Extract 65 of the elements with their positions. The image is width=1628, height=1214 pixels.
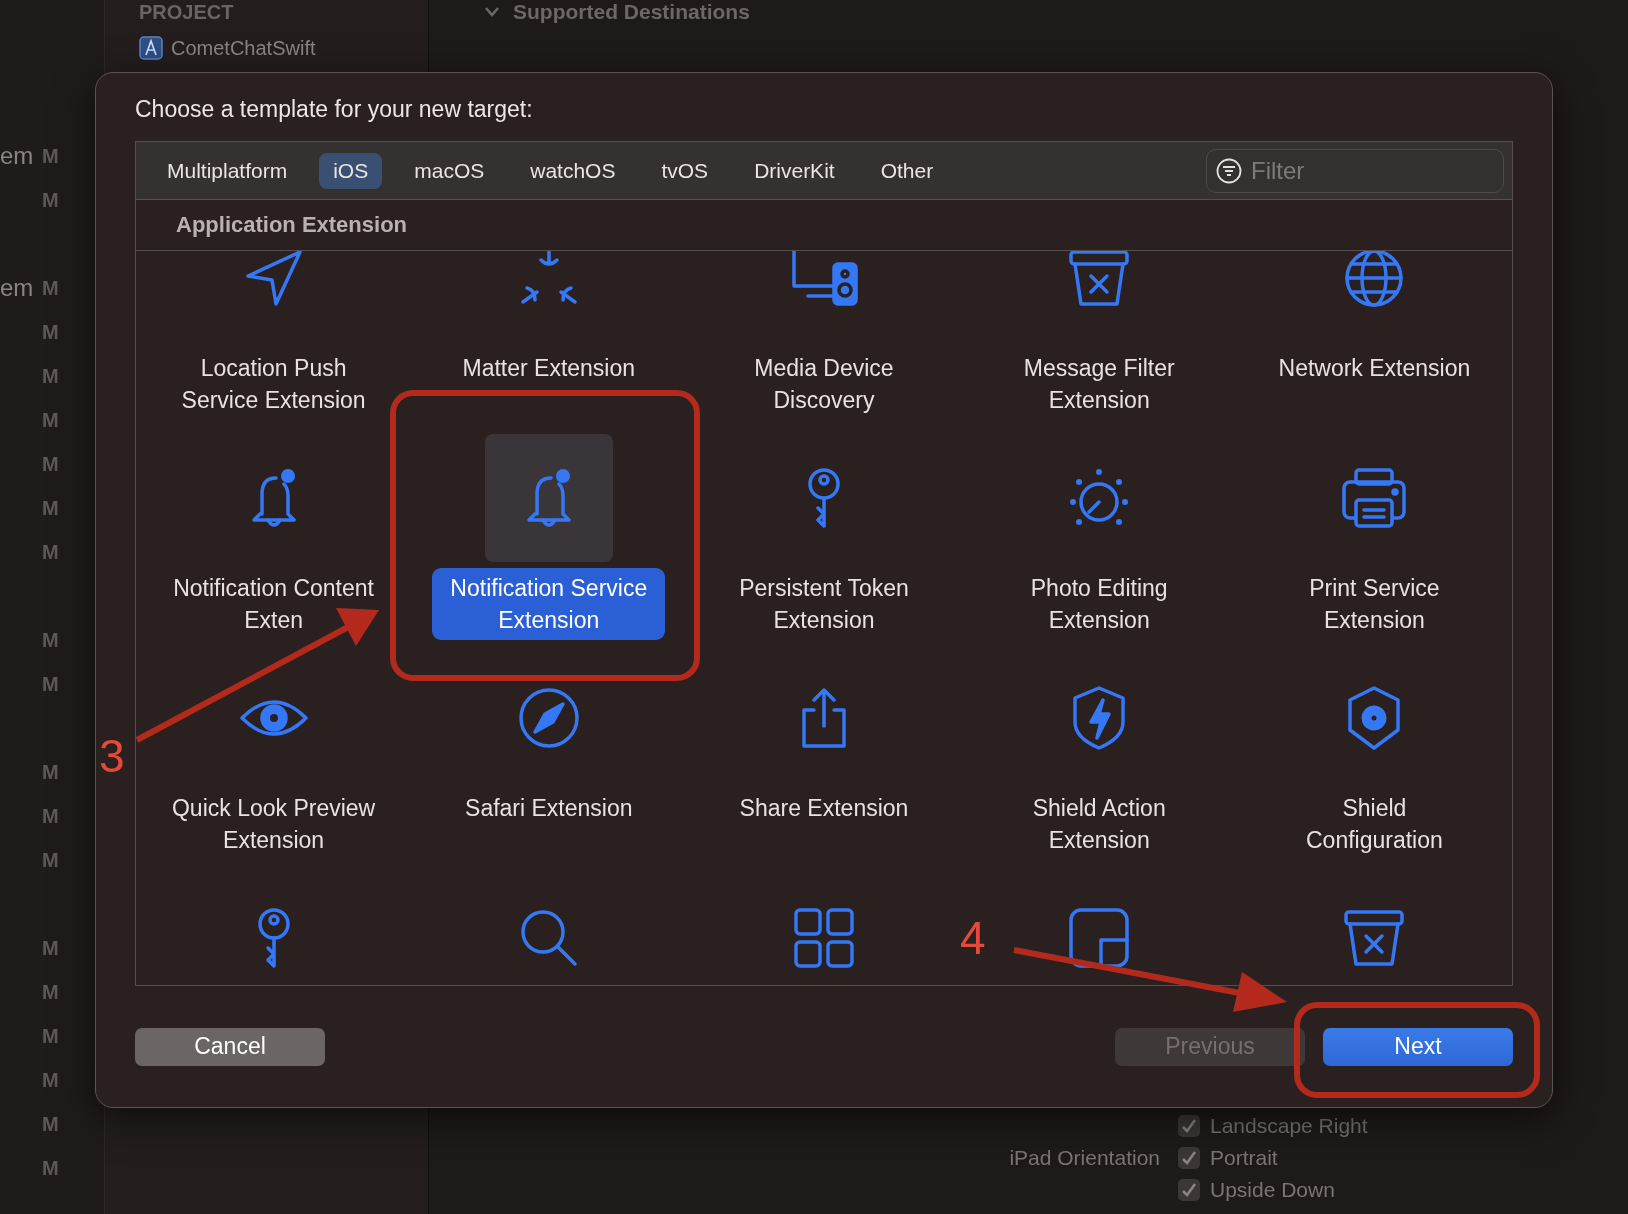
modified-marker: M <box>42 1156 59 1180</box>
modified-marker: M <box>42 1112 59 1136</box>
step-number: 4 <box>960 915 986 961</box>
sidebar-item[interactable]: CometChatSwift <box>171 36 316 60</box>
modified-marker: M <box>42 496 59 520</box>
template-label[interactable]: Notification Content Exten <box>157 568 391 640</box>
modified-marker: M <box>42 672 59 696</box>
modified-marker: M <box>42 408 59 432</box>
filter-icon <box>1216 157 1242 184</box>
checkbox[interactable] <box>1178 1147 1200 1169</box>
template-label[interactable]: Matter Extension <box>448 348 650 388</box>
modified-marker: M <box>42 760 59 784</box>
checkbox-label: Landscape Right <box>1210 1114 1368 1138</box>
modified-marker: M <box>42 804 59 828</box>
section-header: Application Extension <box>176 212 408 238</box>
modified-marker: M <box>42 364 59 388</box>
modified-marker: M <box>42 848 59 872</box>
template-label[interactable]: Print Service Extension <box>1257 568 1491 640</box>
checkbox[interactable] <box>1178 1115 1200 1137</box>
modified-marker: M <box>42 144 59 168</box>
template-label[interactable]: Shield Action Extension <box>982 788 1216 860</box>
sidebar-header: PROJECT <box>139 0 235 24</box>
template-label[interactable]: Shield Configuration <box>1257 788 1491 860</box>
checkbox-label: Portrait <box>1210 1146 1278 1170</box>
template-label[interactable]: Safari Extension <box>451 788 647 828</box>
modified-marker: M <box>42 980 59 1004</box>
template-label[interactable]: Location Push Service Extension <box>157 348 391 420</box>
platform-tab[interactable]: tvOS <box>647 152 723 189</box>
template-label[interactable]: Photo Editing Extension <box>982 568 1216 640</box>
modified-marker: M <box>42 628 59 652</box>
project-icon <box>139 36 163 60</box>
modified-marker: M <box>42 936 59 960</box>
platform-tab[interactable]: watchOS <box>516 152 630 189</box>
modified-marker: M <box>42 1068 59 1092</box>
filter-field[interactable]: Filter <box>1206 148 1504 193</box>
chevron-icon[interactable] <box>485 7 499 17</box>
template-label[interactable]: Persistent Token Extension <box>707 568 941 640</box>
modified-marker: M <box>42 188 59 212</box>
template-label[interactable]: Media Device Discovery <box>707 348 941 420</box>
template-label[interactable]: Notification Service Extension <box>432 568 666 640</box>
template-label[interactable]: Network Extension <box>1264 348 1485 388</box>
modified-marker: M <box>42 540 59 564</box>
setting-label: iPad Orientation <box>1009 1146 1160 1170</box>
modified-marker: M <box>42 320 59 344</box>
template-label[interactable]: Message Filter Extension <box>982 348 1216 420</box>
dialog-title: Choose a template for your new target: <box>135 95 534 124</box>
template-label[interactable]: Share Extension <box>725 788 923 828</box>
section-title: Supported Destinations <box>513 0 750 24</box>
modified-marker: M <box>42 1024 59 1048</box>
platform-tab[interactable]: Multiplatform <box>153 152 302 189</box>
modified-marker: M <box>42 452 59 476</box>
platform-tab[interactable]: Other <box>866 152 948 189</box>
checkbox-label: Upside Down <box>1210 1178 1335 1202</box>
platform-tab[interactable]: DriverKit <box>740 152 849 189</box>
selected-icon-tile[interactable] <box>484 434 613 562</box>
platform-tab[interactable]: iOS <box>319 152 383 189</box>
modified-marker: M <box>42 276 59 300</box>
file-name-fragment: em <box>0 142 34 169</box>
platform-tab[interactable]: macOS <box>400 152 499 189</box>
step-number: 3 <box>99 733 125 779</box>
dialog-button[interactable]: Cancel <box>135 1027 325 1066</box>
primary-button[interactable]: Next <box>1323 1027 1513 1066</box>
file-name-fragment: em <box>0 274 34 301</box>
template-label[interactable]: Quick Look Preview Extension <box>157 788 391 860</box>
checkbox[interactable] <box>1178 1179 1200 1201</box>
